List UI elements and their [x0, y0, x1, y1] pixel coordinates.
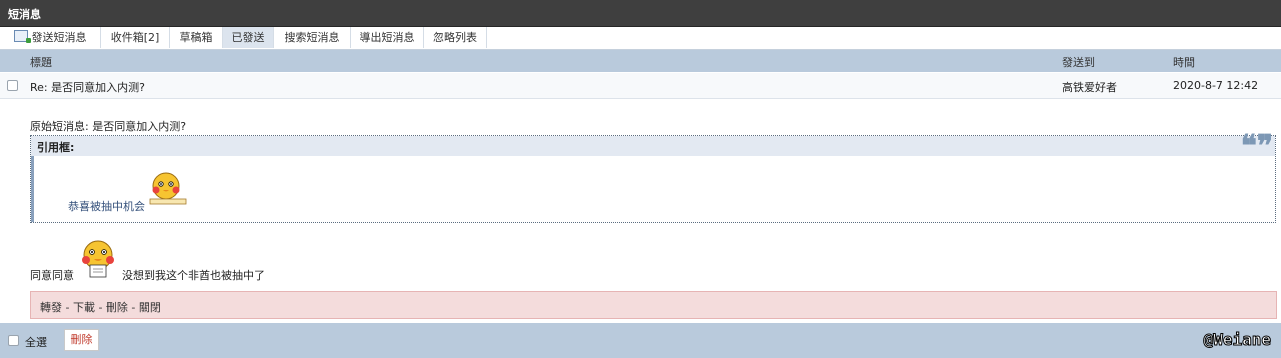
col-time: 時間 — [1173, 56, 1195, 69]
footer-bar: 全選 刪除 @Weiane — [0, 323, 1281, 358]
message-row[interactable]: Re: 是否同意加入内测? 高铁爱好者 2020-8-7 12:42 — [0, 73, 1281, 99]
tab-label: 搜索短消息 — [284, 31, 340, 44]
message-recipient[interactable]: 高铁爱好者 — [1062, 79, 1117, 95]
message-subject[interactable]: Re: 是否同意加入内测? — [30, 79, 145, 95]
tab-label: 收件箱[2] — [110, 31, 160, 44]
watermark: @Weiane — [1203, 330, 1271, 350]
chick-emoji-icon — [149, 172, 187, 205]
quote-header: 引用框: — [31, 136, 1275, 156]
col-to: 發送到 — [1062, 56, 1095, 69]
chick-emoji-icon — [82, 240, 114, 278]
message-actions-bar: 轉發 - 下載 - 刪除 - 關閉 — [30, 291, 1277, 319]
tab-ignore-list[interactable]: 忽略列表 — [424, 27, 487, 48]
quote-text: 恭喜被抽中机会 — [68, 200, 145, 213]
tab-bar: 發送短消息 收件箱[2] 草稿箱 已發送 搜索短消息 導出短消息 忽略列表 — [0, 27, 1281, 50]
tab-label: 草稿箱 — [179, 31, 213, 44]
tab-search[interactable]: 搜索短消息 — [274, 27, 351, 48]
tab-label: 已發送 — [231, 31, 265, 44]
tab-export[interactable]: 導出短消息 — [351, 27, 424, 48]
reply-text-2: 没想到我这个非酋也被抽中了 — [122, 269, 265, 282]
tab-send-message[interactable]: 發送短消息 — [0, 27, 101, 48]
tab-label: 導出短消息 — [359, 31, 415, 44]
quote-label: 引用框: — [37, 141, 75, 154]
col-title: 標題 — [30, 56, 52, 69]
reply-text-1: 同意同意 — [30, 269, 74, 282]
tab-sent[interactable]: 已發送 — [223, 27, 274, 48]
delete-button[interactable]: 刪除 — [64, 329, 99, 351]
select-all-label[interactable]: 全選 — [25, 334, 47, 350]
original-message-line: 原始短消息: 是否同意加入内测? — [30, 120, 187, 133]
message-time: 2020-8-7 12:42 — [1173, 79, 1259, 92]
quote-bar — [31, 156, 34, 222]
tab-label: 發送短消息 — [31, 31, 87, 44]
window-titlebar: 短消息 — [0, 0, 1281, 27]
row-checkbox[interactable] — [7, 80, 18, 91]
quote-mark-icon: ❝❞ — [1240, 129, 1273, 164]
compose-icon — [13, 30, 31, 43]
window-title: 短消息 — [8, 8, 41, 21]
select-all-checkbox[interactable] — [8, 335, 19, 346]
column-header: 標題 發送到 時間 — [0, 50, 1281, 72]
message-actions[interactable]: 轉發 - 下載 - 刪除 - 關閉 — [40, 299, 161, 315]
tab-drafts[interactable]: 草稿箱 — [170, 27, 223, 48]
quote-box: 引用框: ❝❞ 恭喜被抽中机会 — [30, 129, 1276, 223]
tab-inbox[interactable]: 收件箱[2] — [101, 27, 170, 48]
tab-label: 忽略列表 — [433, 31, 477, 44]
